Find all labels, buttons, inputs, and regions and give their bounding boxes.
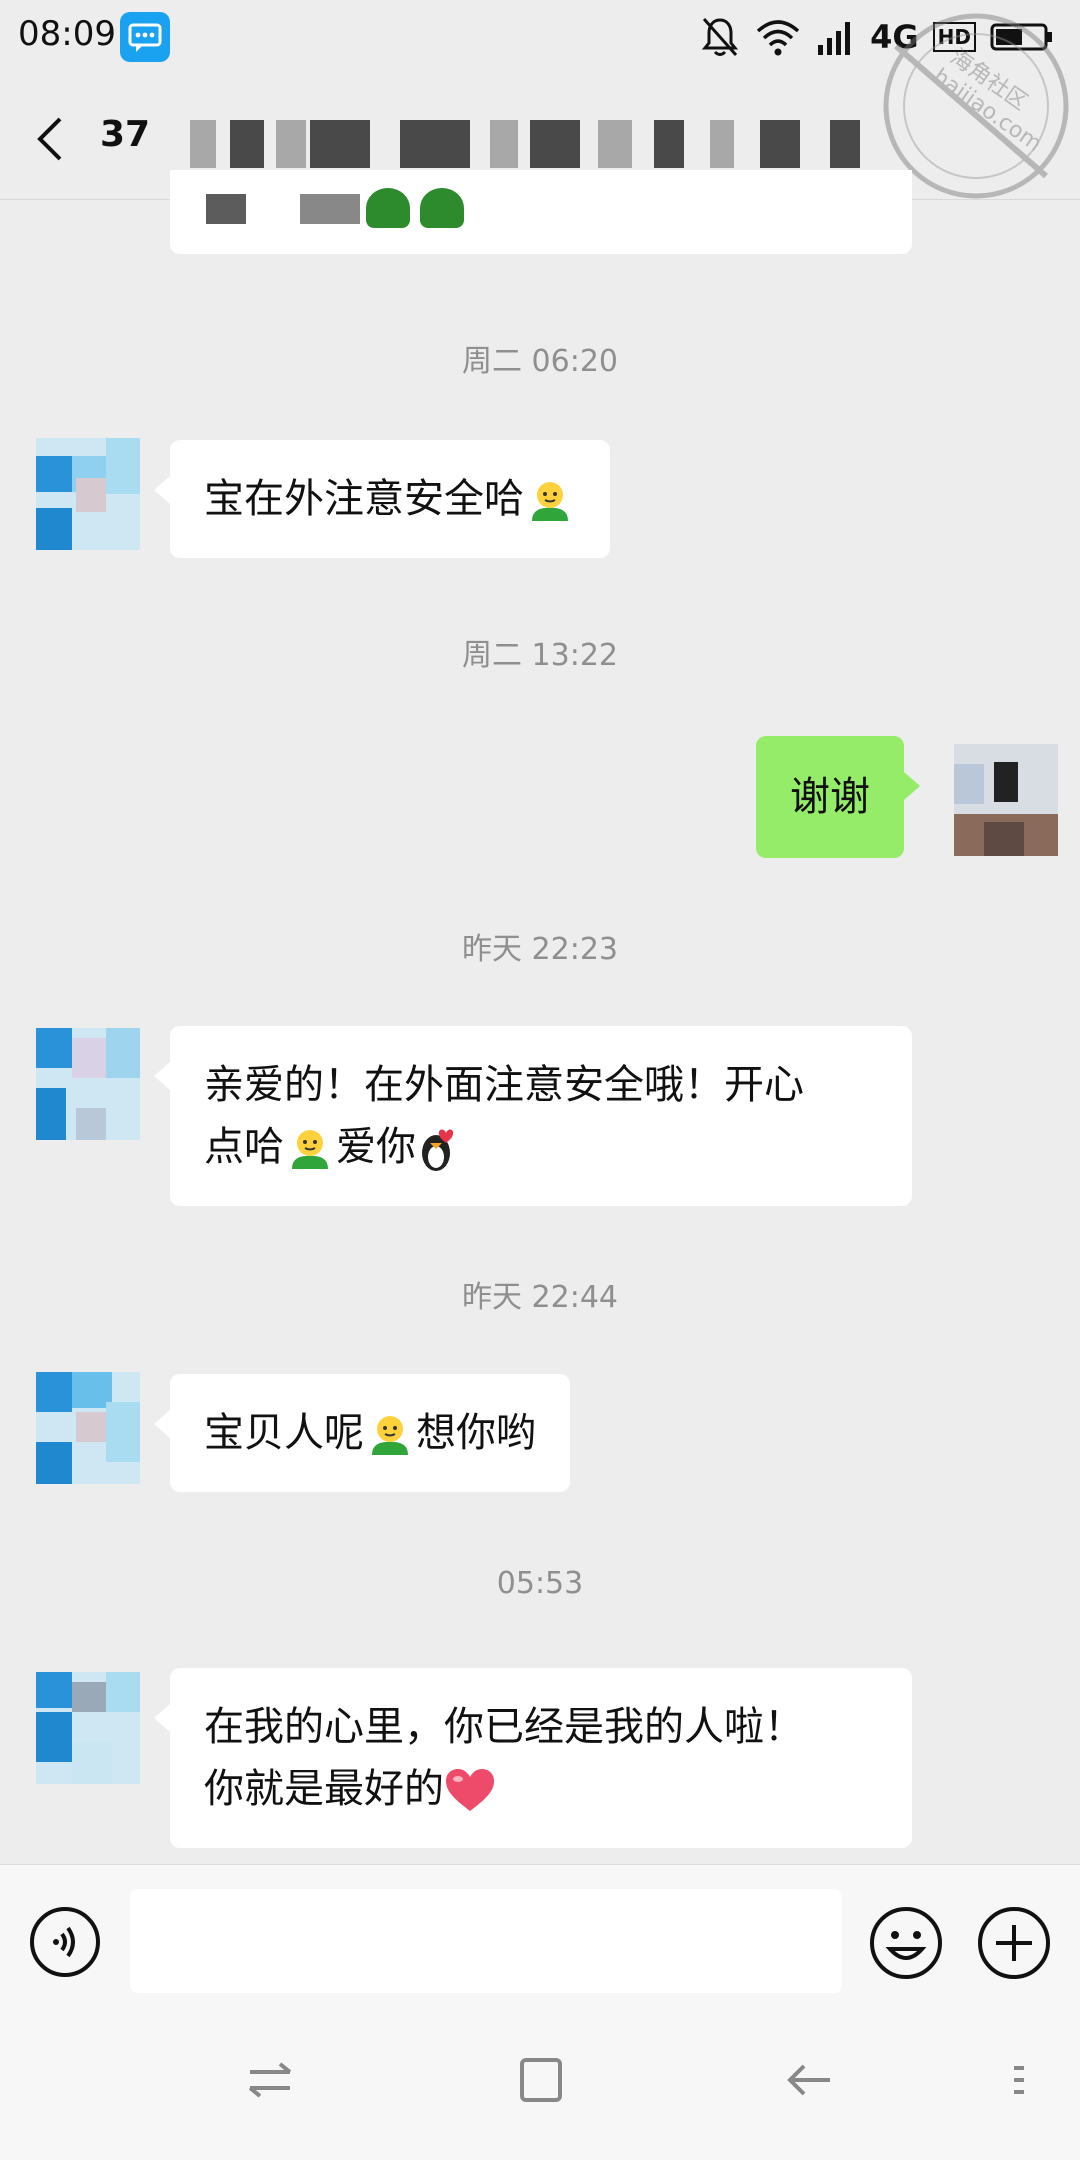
back-button[interactable] xyxy=(30,108,90,170)
message-text-line2a: 点哈 xyxy=(204,1124,284,1170)
my-avatar[interactable] xyxy=(954,744,1058,856)
message-timestamp: 周二 06:20 xyxy=(462,344,618,379)
bell-off-icon xyxy=(702,18,739,56)
message-text-b: 想你哟 xyxy=(416,1410,536,1456)
penguin-heart-icon xyxy=(422,1129,454,1171)
wifi-icon xyxy=(756,20,800,56)
contact-avatar[interactable] xyxy=(36,438,140,550)
arrow-left-icon xyxy=(787,2064,830,2096)
message-text-a: 宝贝人呢 xyxy=(204,1410,364,1456)
contact-avatar[interactable] xyxy=(36,1372,140,1484)
message-timestamp: 昨天 22:23 xyxy=(462,932,618,967)
incoming-message-bubble[interactable]: 宝在外注意安全哈 xyxy=(154,440,610,558)
message-notification-icon xyxy=(120,12,170,62)
heart-emoji-icon xyxy=(446,1769,494,1811)
voice-button[interactable] xyxy=(28,1905,102,1979)
message-timestamp: 周二 13:22 xyxy=(462,638,618,673)
status-time: 08:09 xyxy=(18,14,116,54)
message-text-line2b: 爱你 xyxy=(336,1124,416,1170)
contact-avatar[interactable] xyxy=(36,1672,140,1784)
message-timestamp: 昨天 22:44 xyxy=(462,1280,618,1315)
more-button[interactable] xyxy=(976,1905,1052,1981)
message-input[interactable] xyxy=(130,1889,842,1993)
signal-icon xyxy=(818,22,851,55)
incoming-message-bubble[interactable]: 宝贝人呢 想你哟 xyxy=(154,1374,570,1492)
system-back-button[interactable] xyxy=(780,2050,840,2110)
contact-avatar[interactable] xyxy=(36,1028,140,1140)
chat-title-redacted xyxy=(190,120,900,168)
home-button[interactable] xyxy=(510,2050,570,2110)
voice-icon xyxy=(30,1907,100,1977)
plus-icon xyxy=(978,1907,1050,1979)
unread-count: 37 xyxy=(100,114,151,155)
message-text-line1: 在我的心里，你已经是我的人啦！ xyxy=(204,1704,804,1750)
outgoing-message-bubble[interactable]: 谢谢 xyxy=(756,736,920,858)
previous-message-bubble xyxy=(170,170,912,254)
square-home-icon xyxy=(520,2058,562,2102)
hug-emoji-icon xyxy=(372,1416,408,1455)
switch-arrows-icon xyxy=(248,2062,292,2098)
message-timestamp: 05:53 xyxy=(496,1566,584,1601)
menu-button[interactable] xyxy=(1000,2050,1040,2110)
message-text-line1: 亲爱的！在外面注意安全哦！开心 xyxy=(204,1062,804,1108)
switch-apps-button[interactable] xyxy=(240,2050,300,2110)
menu-dots-icon xyxy=(1014,2066,1024,2094)
chat-screen: 08:09 4G HD 海角社区 haijiao.com 37 周二 06:20… xyxy=(0,0,1080,2160)
message-text: 谢谢 xyxy=(790,774,870,820)
emoji-button[interactable] xyxy=(868,1905,944,1981)
message-text: 宝在外注意安全哈 xyxy=(204,476,524,522)
chat-input-bar xyxy=(0,1864,1080,2004)
hug-emoji-icon xyxy=(532,482,568,521)
message-text-line2: 你就是最好的 xyxy=(204,1766,444,1812)
system-navigation-bar xyxy=(0,2004,1080,2160)
smiley-icon xyxy=(870,1907,942,1979)
chevron-left-icon xyxy=(37,117,62,161)
incoming-message-bubble[interactable]: 亲爱的！在外面注意安全哦！开心 点哈 爱你 xyxy=(154,1026,912,1206)
incoming-message-bubble[interactable]: 在我的心里，你已经是我的人啦！ 你就是最好的 xyxy=(154,1668,912,1848)
hug-emoji-icon xyxy=(292,1130,328,1169)
